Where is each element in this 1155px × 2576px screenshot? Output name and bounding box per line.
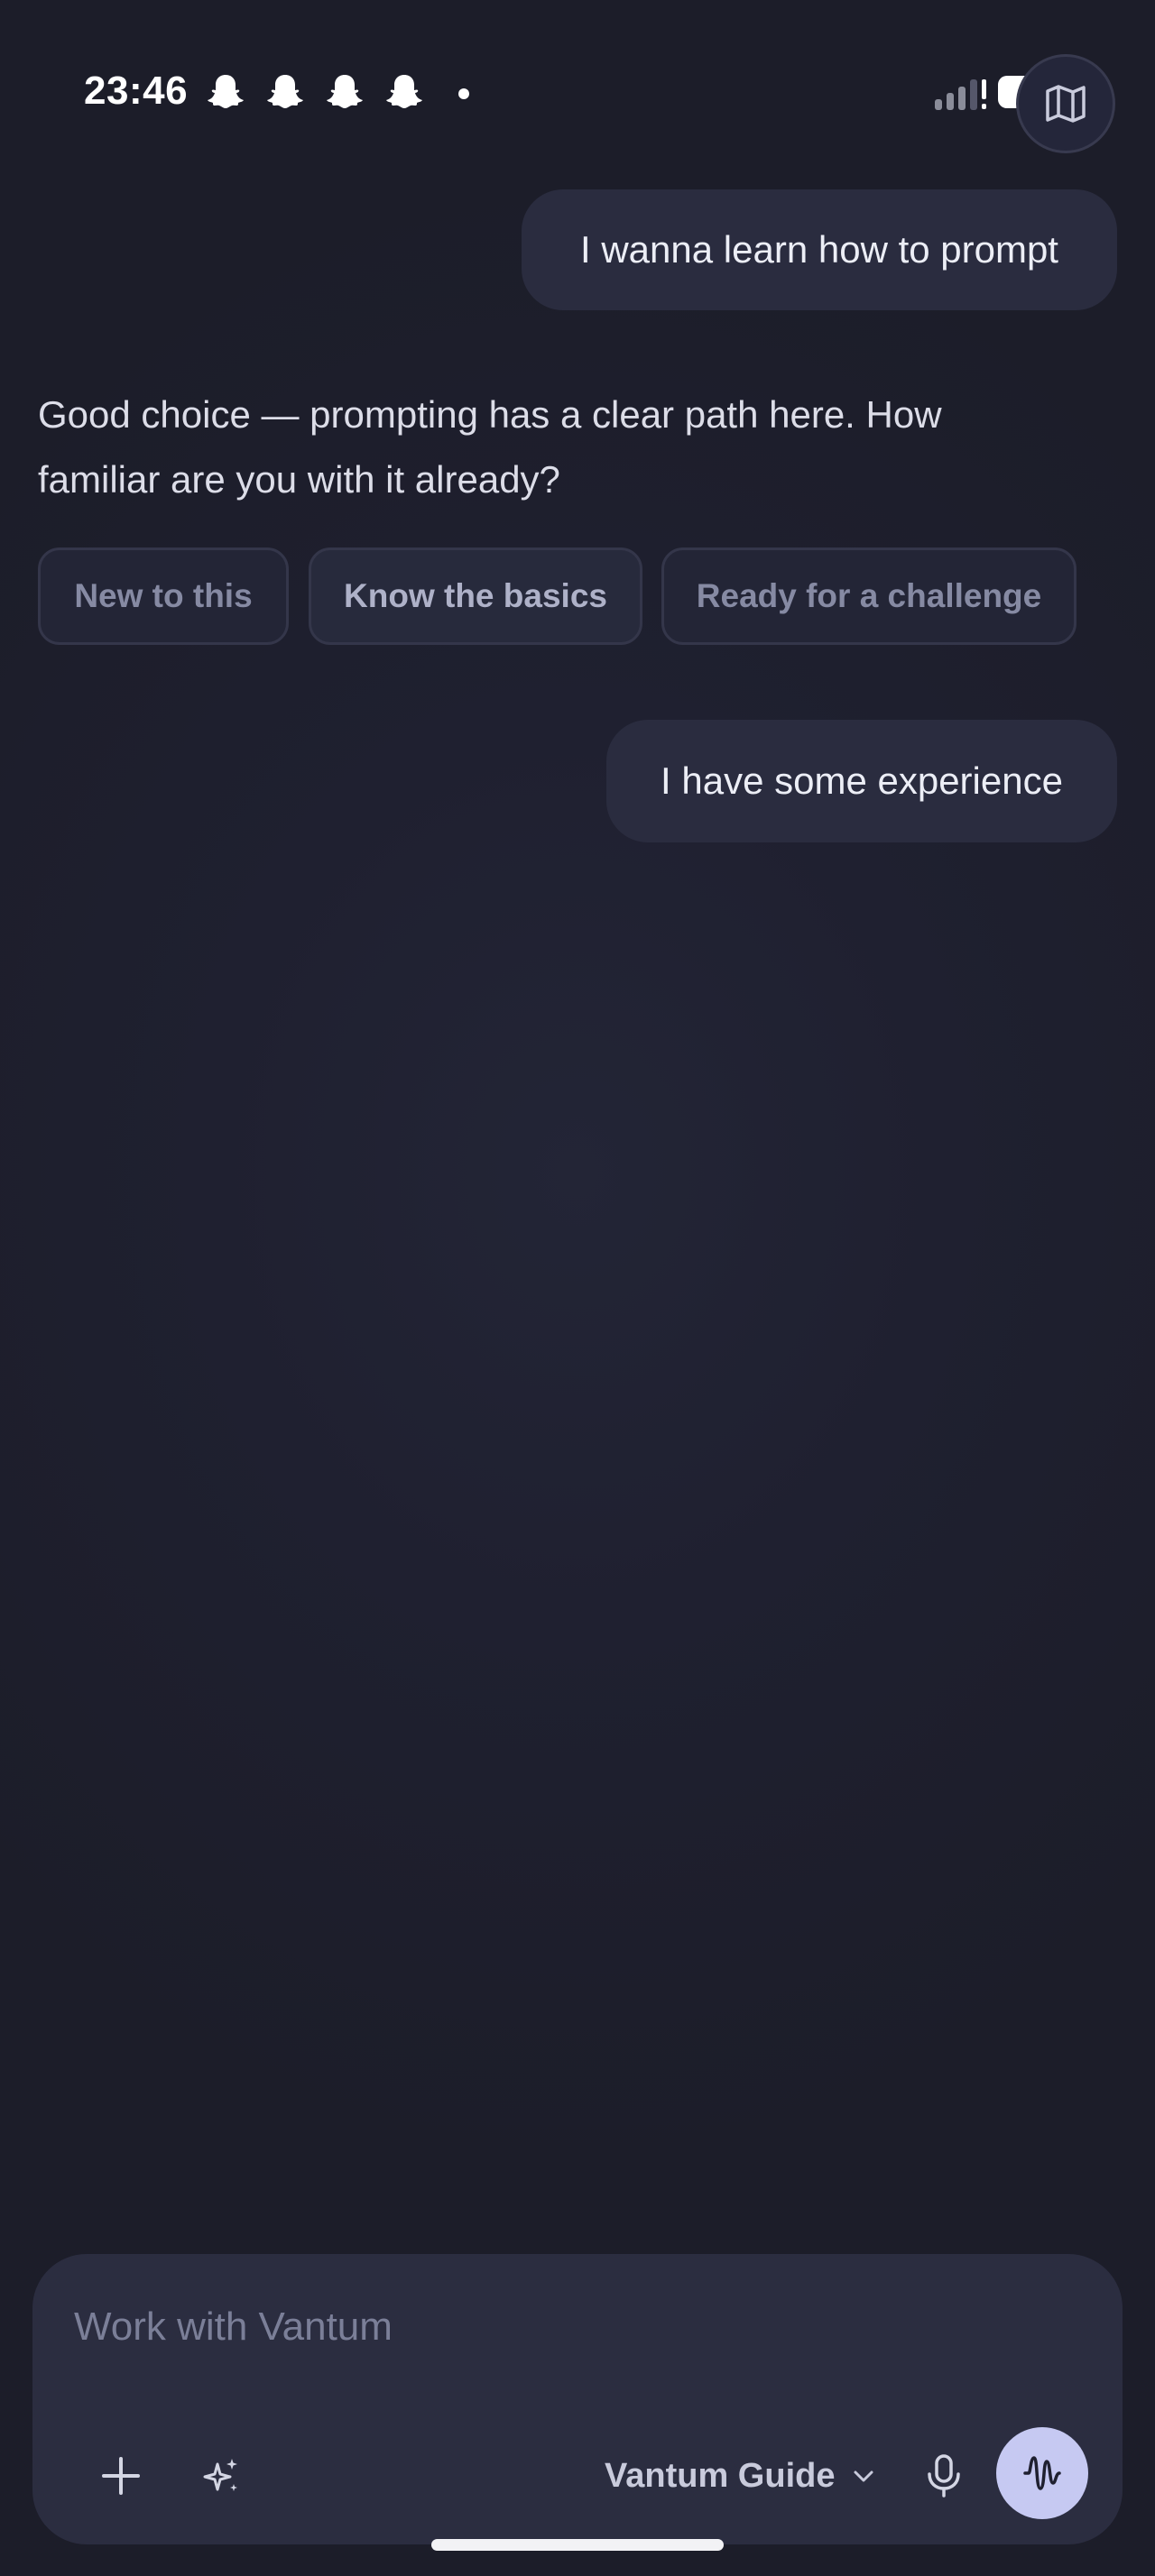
waveform-icon: [1023, 2456, 1061, 2490]
user-message-bubble: I wanna learn how to prompt: [522, 189, 1117, 310]
status-time: 23:46: [84, 69, 189, 113]
status-bar: 23:46: [0, 54, 1155, 153]
cellular-signal-alert-icon: [935, 79, 986, 110]
snapchat-ghost-icon: [327, 75, 363, 108]
user-message-bubble: I have some experience: [606, 720, 1117, 842]
voice-mode-button[interactable]: [996, 2427, 1088, 2519]
add-attachment-button[interactable]: [85, 2440, 157, 2512]
dictation-button[interactable]: [908, 2440, 980, 2512]
assistant-message: Good choice — prompting has a clear path…: [38, 393, 942, 501]
user-message-text: I have some experience: [661, 759, 1063, 802]
option-new-to-this[interactable]: New to this: [38, 547, 289, 645]
plus-icon: [102, 2457, 140, 2495]
home-indicator: [431, 2539, 724, 2551]
snapchat-ghost-icon: [208, 75, 244, 108]
option-know-the-basics[interactable]: Know the basics: [309, 547, 642, 645]
message-input[interactable]: Work with Vantum: [74, 2305, 393, 2350]
map-button[interactable]: [1016, 54, 1115, 153]
more-notifications-dot: [458, 88, 469, 99]
enhance-prompt-button[interactable]: [186, 2440, 258, 2512]
user-message-text: I wanna learn how to prompt: [580, 228, 1058, 271]
sparkle-icon: [203, 2459, 237, 2491]
snapchat-ghost-icon: [386, 75, 422, 108]
snapchat-ghost-icon: [267, 75, 303, 108]
map-icon: [1046, 85, 1086, 123]
model-selector[interactable]: Vantum Guide: [605, 2449, 876, 2503]
option-ready-for-a-challenge[interactable]: Ready for a challenge: [661, 547, 1076, 645]
message-composer[interactable]: Work with Vantum Vantum Guide: [32, 2254, 1123, 2544]
chevron-down-icon: [854, 2470, 873, 2482]
model-selector-label: Vantum Guide: [605, 2456, 836, 2495]
microphone-icon: [928, 2454, 960, 2498]
